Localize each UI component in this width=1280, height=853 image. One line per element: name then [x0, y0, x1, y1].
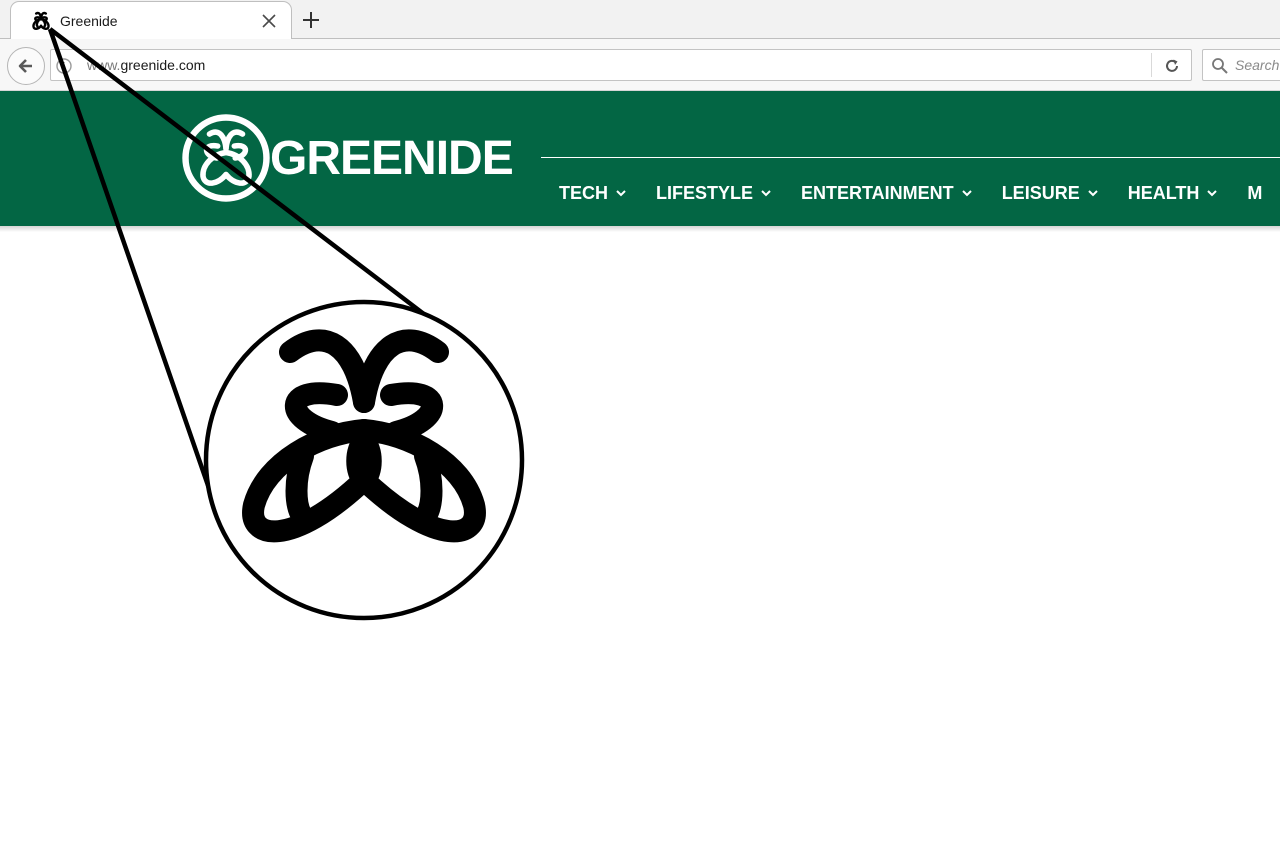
nav-item-label: LIFESTYLE — [656, 182, 754, 203]
nav-item-entertainment[interactable]: ENTERTAINMENT — [801, 183, 972, 204]
back-button[interactable] — [7, 47, 45, 85]
nav-item-label: ENTERTAINMENT — [801, 182, 954, 203]
nav-divider — [541, 157, 1280, 158]
url-text[interactable]: www.greenide.com — [87, 57, 205, 73]
callout-circle — [203, 299, 525, 621]
site-header: GREENIDE TECH LIFESTYLE ENTERTAINMENT LE… — [0, 91, 1280, 226]
chevron-down-icon — [961, 190, 972, 197]
nav-item-label: HEALTH — [1127, 182, 1200, 203]
nav-item-lifestyle[interactable]: LIFESTYLE — [656, 183, 771, 204]
main-nav: TECH LIFESTYLE ENTERTAINMENT LEISURE HEA… — [559, 181, 1280, 205]
address-bar[interactable]: www.greenide.com — [50, 49, 1192, 81]
butterfly-logo-icon — [242, 329, 486, 543]
tab-strip: Greenide — [0, 0, 1280, 40]
butterfly-logo-icon[interactable] — [180, 112, 272, 204]
search-placeholder: Search — [1235, 57, 1280, 73]
reload-separator — [1151, 53, 1152, 77]
tab-greenide[interactable]: Greenide — [10, 1, 292, 39]
search-bar[interactable]: Search — [1202, 49, 1280, 81]
nav-item-tech[interactable]: TECH — [559, 183, 626, 204]
brand-name[interactable]: GREENIDE — [270, 131, 514, 187]
chevron-down-icon — [1207, 190, 1218, 197]
chevron-down-icon — [1087, 190, 1098, 197]
chevron-down-icon — [616, 190, 626, 197]
header-shadow — [0, 226, 1280, 232]
back-arrow-icon — [18, 59, 32, 73]
nav-item-label: TECH — [559, 182, 608, 203]
search-icon — [1212, 58, 1228, 74]
url-prefix: www. — [87, 57, 121, 73]
butterfly-logo-icon — [32, 11, 50, 30]
reload-icon[interactable] — [1162, 56, 1182, 76]
chevron-down-icon — [761, 190, 771, 197]
plus-icon[interactable] — [300, 9, 322, 31]
url-domain: greenide.com — [120, 57, 206, 73]
nav-item-label: LEISURE — [1001, 182, 1080, 203]
close-icon[interactable] — [259, 11, 279, 31]
browser-window: Greenide www.greenide.com Search GREENID… — [0, 0, 1280, 853]
nav-item-health[interactable]: HEALTH — [1128, 183, 1218, 204]
navigation-toolbar: www.greenide.com Search — [0, 39, 1280, 91]
info-icon[interactable] — [55, 57, 73, 75]
nav-item-leisure[interactable]: LEISURE — [1002, 183, 1098, 204]
nav-item-more[interactable]: M — [1247, 183, 1262, 204]
tab-title: Greenide — [60, 13, 118, 29]
nav-item-label: M — [1247, 182, 1263, 203]
